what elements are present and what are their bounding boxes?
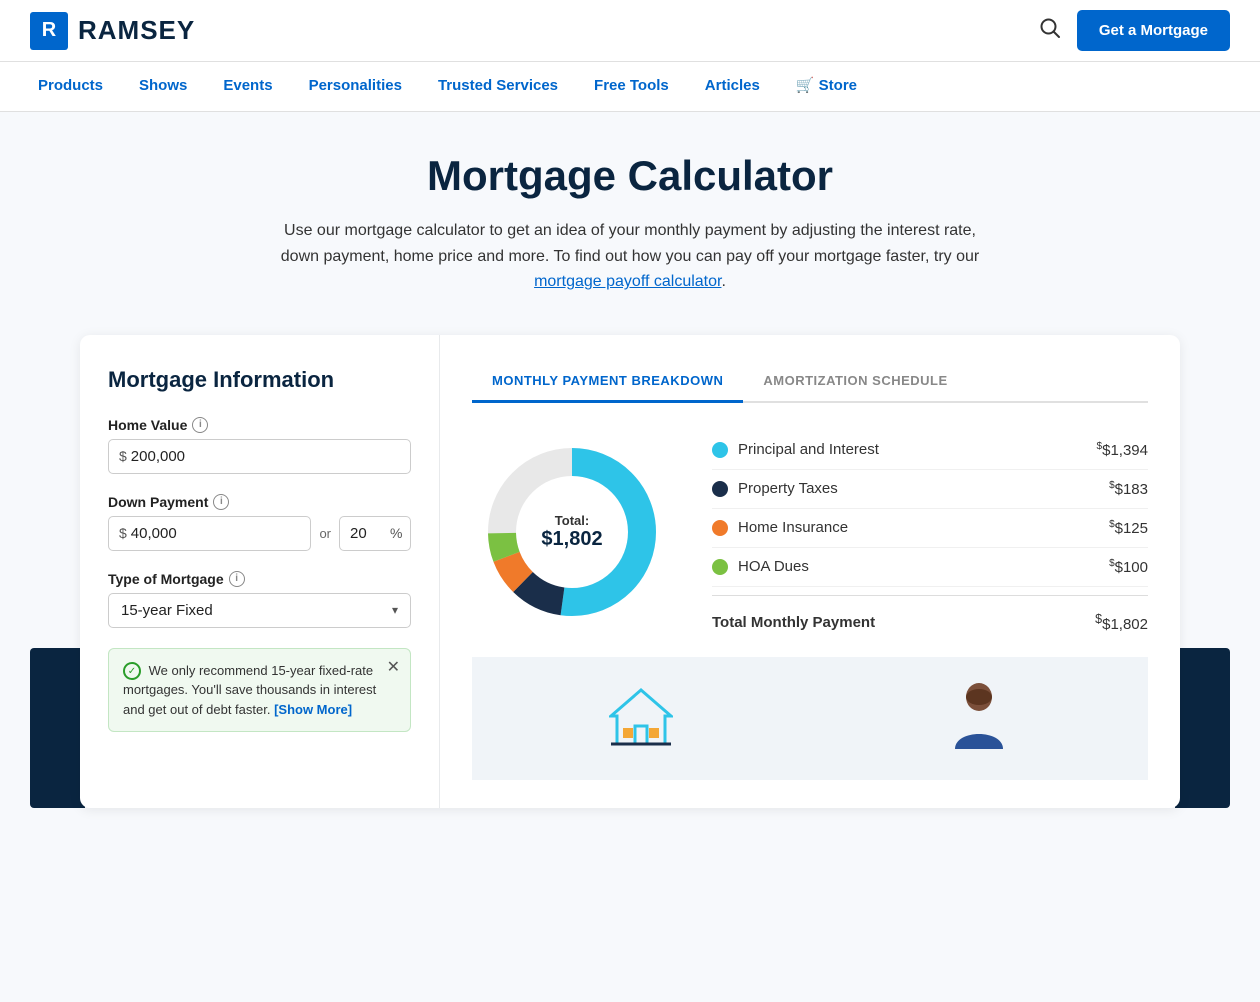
nav-item-personalities[interactable]: Personalities [291, 63, 420, 111]
chevron-down-icon: ▾ [392, 603, 398, 617]
mortgage-type-select[interactable]: 15-year Fixed 30-year Fixed 20-year Fixe… [121, 602, 392, 619]
legend-left-hoa-dues: HOA Dues [712, 558, 809, 575]
down-payment-info-icon[interactable]: i [213, 494, 229, 510]
down-payment-label: Down Payment i [108, 494, 411, 510]
donut-center: Total: $1,802 [541, 513, 602, 551]
tip-box: ✕ ✓ We only recommend 15-year fixed-rate… [108, 648, 411, 733]
or-text: or [319, 526, 331, 541]
donut-chart: Total: $1,802 [472, 432, 672, 632]
main-content: Mortgage Calculator Use our mortgage cal… [0, 112, 1260, 1002]
down-payment-group: Down Payment i $ or % [108, 494, 411, 551]
legend-dot-hoa-dues [712, 559, 728, 575]
breakdown-tabs: MONTHLY PAYMENT BREAKDOWN AMORTIZATION S… [472, 363, 1148, 403]
home-value-input-wrapper: $ [108, 439, 411, 474]
total-monthly-value: $$1,802 [1095, 612, 1148, 633]
logo-icon: R [30, 12, 68, 50]
down-payment-pct-wrapper: % [339, 516, 411, 551]
donut-value: $1,802 [541, 528, 602, 551]
mortgage-info-panel: Mortgage Information Home Value i $ [80, 335, 440, 808]
person-icon [951, 681, 1007, 756]
home-value-prefix: $ [119, 448, 127, 464]
home-value-group: Home Value i $ [108, 417, 411, 474]
breakdown-legend: Principal and Interest $$1,394 Property … [712, 431, 1148, 633]
breakdown-panel: MONTHLY PAYMENT BREAKDOWN AMORTIZATION S… [440, 335, 1180, 808]
nav-item-products[interactable]: Products [20, 63, 121, 111]
header-actions: Get a Mortgage [1039, 10, 1230, 51]
legend-value-home-insurance: $$125 [1109, 519, 1148, 537]
down-payment-pct-input[interactable] [350, 525, 386, 542]
legend-value-property-taxes: $$183 [1109, 480, 1148, 498]
down-payment-input-wrapper: $ [108, 516, 311, 551]
mortgage-type-label: Type of Mortgage i [108, 571, 411, 587]
down-payment-input[interactable] [131, 525, 301, 542]
breakdown-content: Total: $1,802 Principal and Interest [472, 431, 1148, 633]
total-monthly-label: Total Monthly Payment [712, 614, 875, 631]
legend-label-hoa-dues: HOA Dues [738, 558, 809, 575]
tab-monthly-payment[interactable]: MONTHLY PAYMENT BREAKDOWN [472, 363, 743, 403]
panel-title: Mortgage Information [108, 367, 411, 393]
legend-value-hoa-dues: $$100 [1109, 558, 1148, 576]
house-card[interactable] [472, 657, 810, 780]
payoff-calculator-link[interactable]: mortgage payoff calculator [534, 273, 721, 290]
legend-dot-home-insurance [712, 520, 728, 536]
tip-check-icon: ✓ [123, 662, 141, 680]
donut-label: Total: [541, 513, 602, 528]
bottom-cards [472, 657, 1148, 780]
site-header: R RAMSEY Get a Mortgage [0, 0, 1260, 62]
search-button[interactable] [1039, 17, 1061, 45]
dark-right-panel [1175, 648, 1230, 808]
down-payment-row: $ or % [108, 516, 411, 551]
page-description: Use our mortgage calculator to get an id… [280, 218, 980, 295]
person-card[interactable] [810, 657, 1148, 780]
calculator-section: Mortgage Calculator Use our mortgage cal… [0, 112, 1260, 808]
get-mortgage-button[interactable]: Get a Mortgage [1077, 10, 1230, 51]
legend-item-property-taxes: Property Taxes $$183 [712, 470, 1148, 509]
legend-left-principal: Principal and Interest [712, 441, 879, 458]
nav-item-shows[interactable]: Shows [121, 63, 205, 111]
nav-item-store[interactable]: 🛒 Store [778, 62, 875, 111]
logo[interactable]: R RAMSEY [30, 12, 195, 50]
tip-close-button[interactable]: ✕ [387, 657, 400, 677]
mortgage-type-select-wrapper: 15-year Fixed 30-year Fixed 20-year Fixe… [108, 593, 411, 628]
legend-dot-property-taxes [712, 481, 728, 497]
page-title: Mortgage Calculator [30, 152, 1230, 200]
legend-left-property-taxes: Property Taxes [712, 480, 838, 497]
tip-show-more-link[interactable]: [Show More] [274, 702, 352, 717]
total-row: Total Monthly Payment $$1,802 [712, 595, 1148, 633]
legend-item-hoa-dues: HOA Dues $$100 [712, 548, 1148, 587]
legend-label-property-taxes: Property Taxes [738, 480, 838, 497]
legend-value-principal: $$1,394 [1097, 441, 1148, 459]
logo-text: RAMSEY [78, 15, 195, 46]
mortgage-type-group: Type of Mortgage i 15-year Fixed 30-year… [108, 571, 411, 628]
pct-suffix: % [390, 525, 402, 541]
home-value-info-icon[interactable]: i [192, 417, 208, 433]
down-payment-prefix: $ [119, 525, 127, 541]
nav-item-free-tools[interactable]: Free Tools [576, 63, 687, 111]
dark-left-panel [30, 648, 85, 808]
tab-amortization[interactable]: AMORTIZATION SCHEDULE [743, 363, 967, 403]
nav-item-events[interactable]: Events [205, 63, 290, 111]
home-value-label: Home Value i [108, 417, 411, 433]
calculator-container: Mortgage Information Home Value i $ [80, 335, 1180, 808]
mortgage-type-info-icon[interactable]: i [229, 571, 245, 587]
legend-label-principal: Principal and Interest [738, 441, 879, 458]
legend-dot-principal [712, 442, 728, 458]
house-icon [609, 686, 673, 751]
nav-item-trusted-services[interactable]: Trusted Services [420, 63, 576, 111]
main-nav: Products Shows Events Personalities Trus… [0, 62, 1260, 112]
legend-item-home-insurance: Home Insurance $$125 [712, 509, 1148, 548]
legend-item-principal: Principal and Interest $$1,394 [712, 431, 1148, 470]
legend-left-home-insurance: Home Insurance [712, 519, 848, 536]
home-value-input[interactable] [131, 448, 400, 465]
legend-label-home-insurance: Home Insurance [738, 519, 848, 536]
nav-item-articles[interactable]: Articles [687, 63, 778, 111]
